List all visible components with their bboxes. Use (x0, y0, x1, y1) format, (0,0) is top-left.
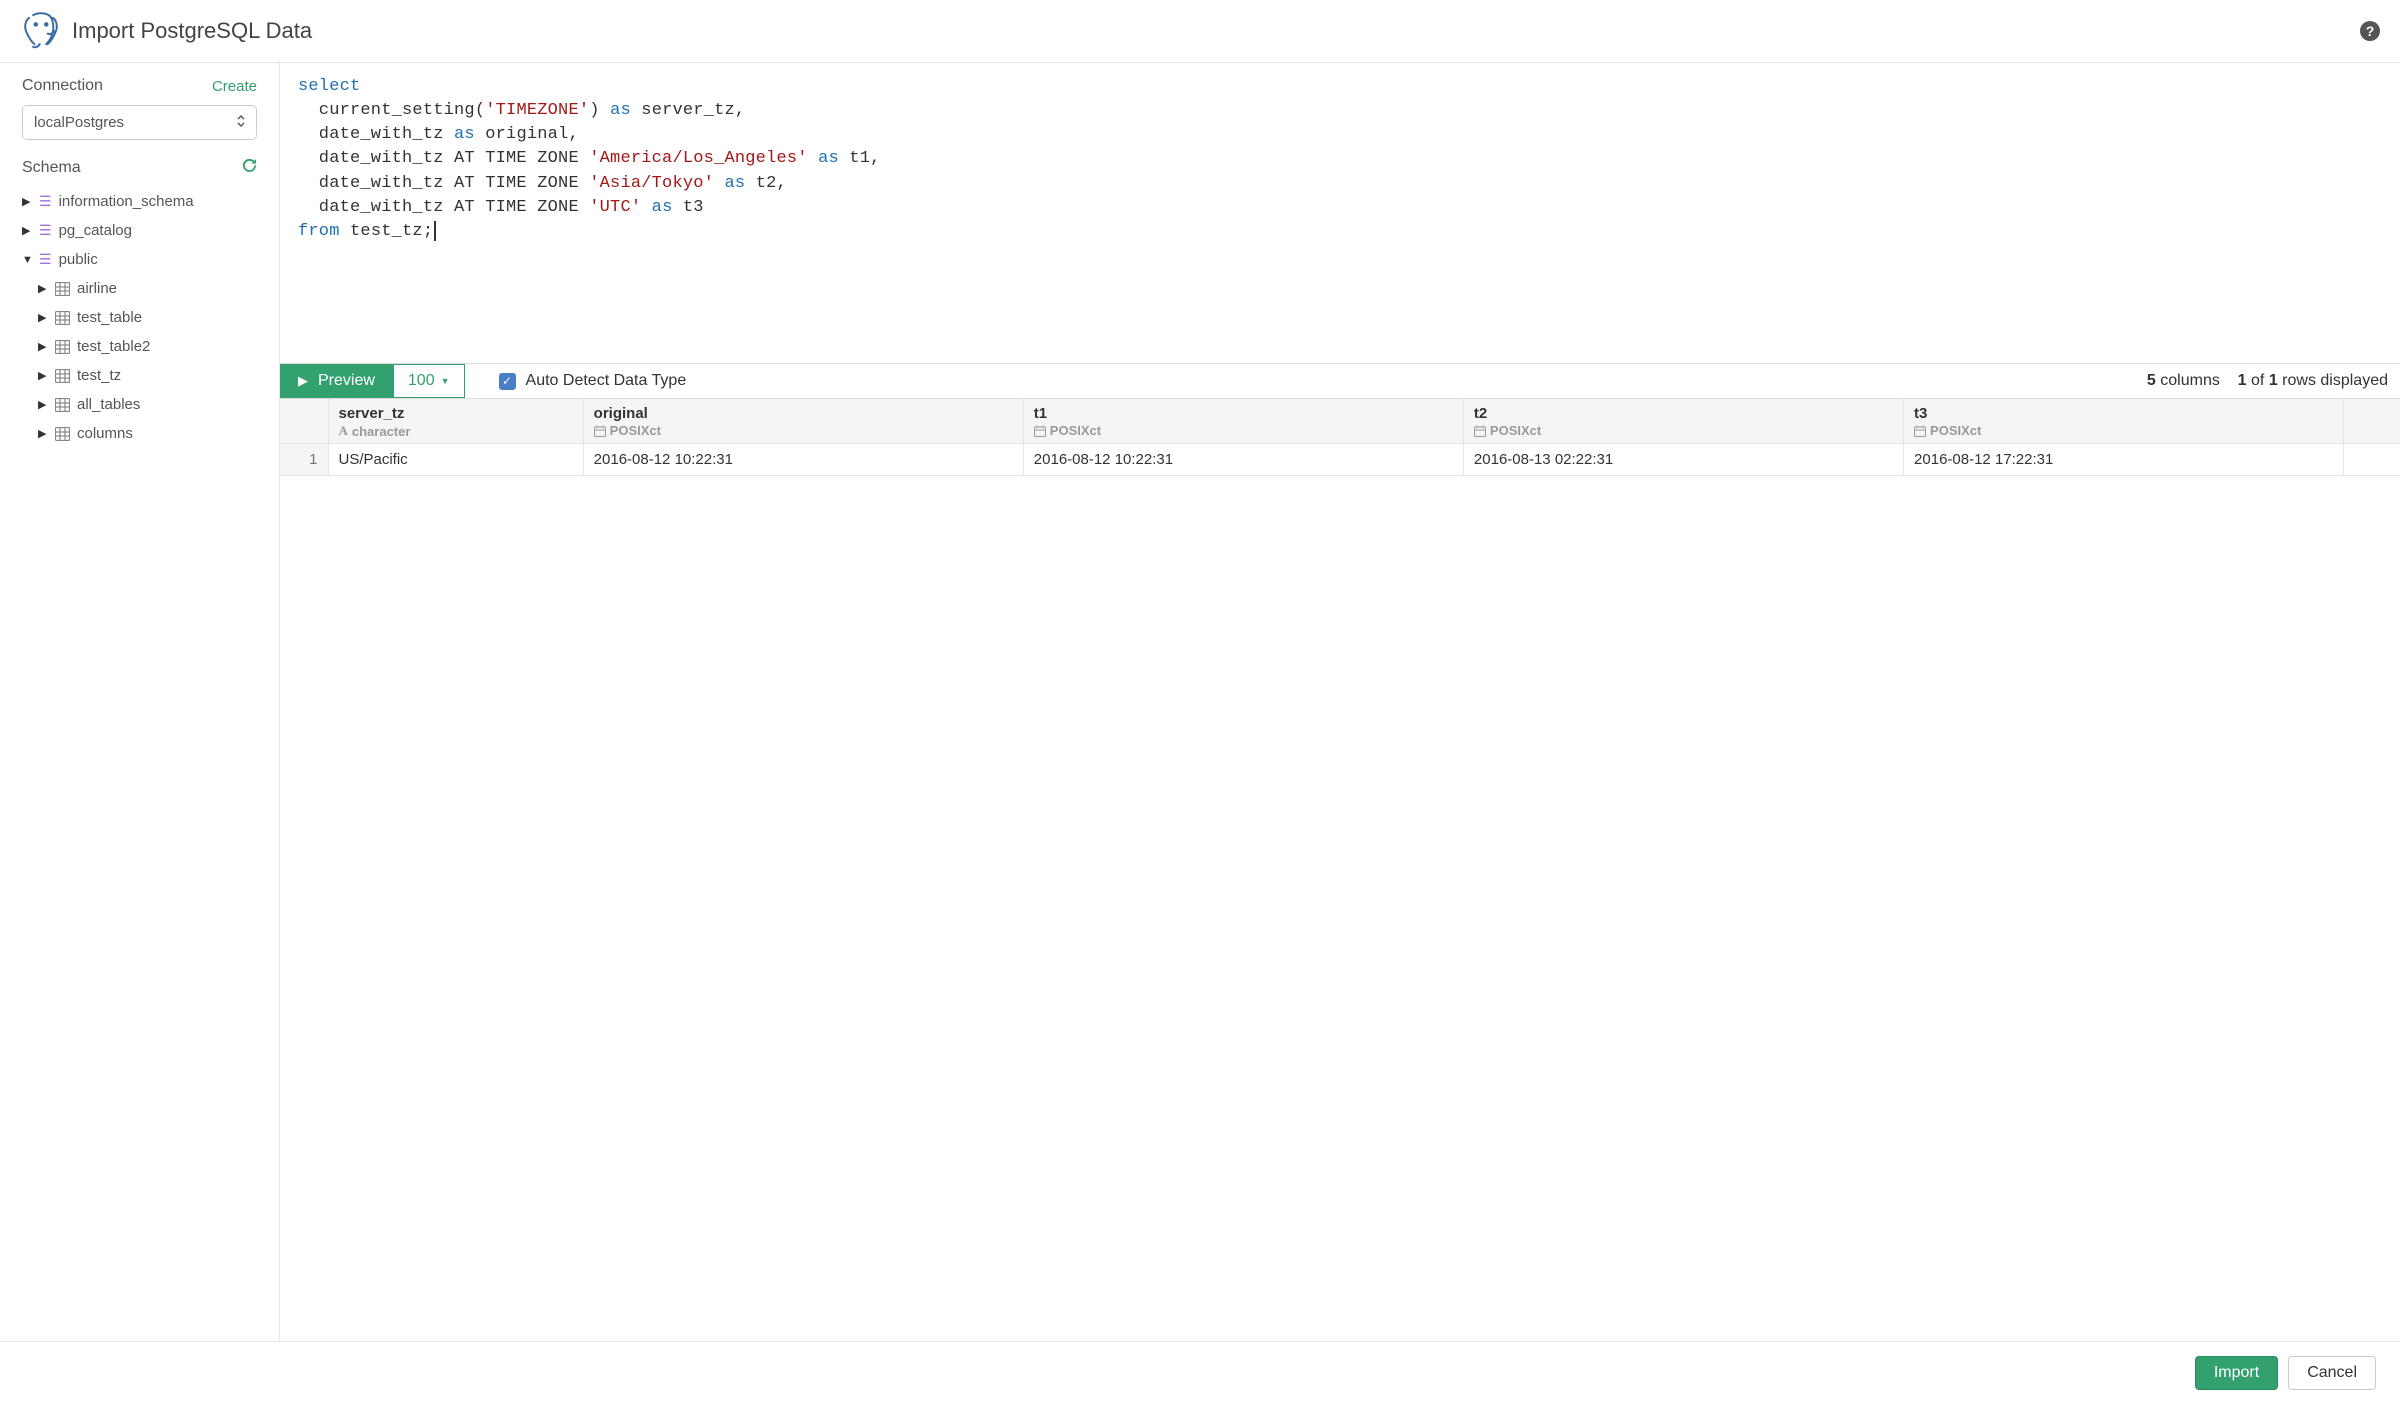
refresh-icon[interactable] (242, 158, 257, 177)
schema-section: Schema (22, 158, 257, 177)
help-icon[interactable]: ? (2360, 21, 2380, 41)
tree-caret-icon: ▶ (38, 369, 48, 382)
preview-button[interactable]: ▶ Preview (280, 364, 393, 398)
table-icon (55, 369, 70, 383)
cell: US/Pacific (328, 444, 583, 476)
schema-icon: ☰ (39, 222, 52, 239)
sql-editor[interactable]: select current_setting('TIMEZONE') as se… (280, 63, 2400, 363)
connection-label: Connection (22, 77, 103, 95)
column-header-original[interactable]: original POSIXct (583, 399, 1023, 444)
column-header-t1[interactable]: t1 POSIXct (1023, 399, 1463, 444)
table-item-columns[interactable]: ▶ columns (22, 419, 257, 448)
tree-caret-icon: ▶ (38, 427, 48, 440)
checkbox-checked-icon: ✓ (499, 373, 516, 390)
table-icon (55, 311, 70, 325)
connection-value: localPostgres (34, 114, 124, 131)
tree-caret-icon: ▶ (22, 195, 32, 208)
schema-name: pg_catalog (59, 222, 132, 239)
column-header-server_tz[interactable]: server_tz A character (328, 399, 583, 444)
table-item-test_table[interactable]: ▶ test_table (22, 303, 257, 332)
table-icon (55, 427, 70, 441)
schema-item-information_schema[interactable]: ▶ ☰ information_schema (22, 187, 257, 216)
select-updown-icon (237, 114, 245, 131)
column-header-t3[interactable]: t3 POSIXct (1904, 399, 2344, 444)
tree-caret-icon: ▶ (38, 282, 48, 295)
tree-caret-icon: ▶ (38, 398, 48, 411)
create-connection-link[interactable]: Create (212, 78, 257, 95)
preview-label: Preview (318, 372, 375, 390)
table-icon (55, 282, 70, 296)
table-item-test_tz[interactable]: ▶ test_tz (22, 361, 257, 390)
page-title: Import PostgreSQL Data (72, 18, 312, 44)
cell: 2016-08-13 02:22:31 (1463, 444, 1903, 476)
tree-caret-icon: ▶ (38, 311, 48, 324)
schema-name: information_schema (59, 193, 194, 210)
table-item-airline[interactable]: ▶ airline (22, 274, 257, 303)
chevron-down-icon: ▼ (441, 376, 450, 386)
tree-caret-icon: ▶ (22, 224, 32, 237)
connection-section: Connection Create (22, 77, 257, 95)
schema-icon: ☰ (39, 251, 52, 268)
tree-caret-icon: ▼ (22, 254, 32, 266)
preview-toolbar: ▶ Preview 100 ▼ ✓ Auto Detect Data Type … (280, 363, 2400, 399)
schema-icon: ☰ (39, 193, 52, 210)
column-row-info: 5 columns 1 of 1 rows displayed (2147, 372, 2400, 390)
sidebar: Connection Create localPostgres Schema ▶… (0, 63, 280, 1341)
cancel-button[interactable]: Cancel (2288, 1356, 2376, 1390)
play-icon: ▶ (298, 373, 308, 389)
footer: Import Cancel (0, 1341, 2400, 1404)
import-button[interactable]: Import (2195, 1356, 2278, 1390)
connection-select[interactable]: localPostgres (22, 105, 257, 140)
row-limit-dropdown[interactable]: 100 ▼ (393, 364, 465, 398)
schema-name: public (59, 251, 98, 268)
table-name: columns (77, 425, 133, 442)
tree-caret-icon: ▶ (38, 340, 48, 353)
header-left: Import PostgreSQL Data (20, 10, 312, 52)
table-icon (55, 398, 70, 412)
auto-detect-checkbox[interactable]: ✓ Auto Detect Data Type (499, 372, 687, 390)
schema-tree: ▶ ☰ information_schema ▶ ☰ pg_catalog ▼ … (22, 187, 257, 448)
main: Connection Create localPostgres Schema ▶… (0, 63, 2400, 1341)
schema-label: Schema (22, 159, 81, 177)
table-name: airline (77, 280, 117, 297)
table-name: test_table2 (77, 338, 150, 355)
table-item-all_tables[interactable]: ▶ all_tables (22, 390, 257, 419)
table-row[interactable]: 1US/Pacific2016-08-12 10:22:312016-08-12… (280, 444, 2400, 476)
column-header-t2[interactable]: t2 POSIXct (1463, 399, 1903, 444)
result-grid-wrapper: server_tz A character original POSIXct t… (280, 399, 2400, 476)
cell: 2016-08-12 10:22:31 (583, 444, 1023, 476)
schema-item-pg_catalog[interactable]: ▶ ☰ pg_catalog (22, 216, 257, 245)
result-grid: server_tz A character original POSIXct t… (280, 399, 2400, 476)
postgres-elephant-icon (20, 10, 62, 52)
table-item-test_table2[interactable]: ▶ test_table2 (22, 332, 257, 361)
auto-detect-label: Auto Detect Data Type (526, 372, 687, 390)
header: Import PostgreSQL Data ? (0, 0, 2400, 63)
row-limit-value: 100 (408, 372, 435, 390)
table-icon (55, 340, 70, 354)
table-name: test_table (77, 309, 142, 326)
content-pane: select current_setting('TIMEZONE') as se… (280, 63, 2400, 1341)
table-name: all_tables (77, 396, 140, 413)
cell: 2016-08-12 17:22:31 (1904, 444, 2344, 476)
cell: 2016-08-12 10:22:31 (1023, 444, 1463, 476)
table-name: test_tz (77, 367, 121, 384)
schema-item-public[interactable]: ▼ ☰ public (22, 245, 257, 274)
